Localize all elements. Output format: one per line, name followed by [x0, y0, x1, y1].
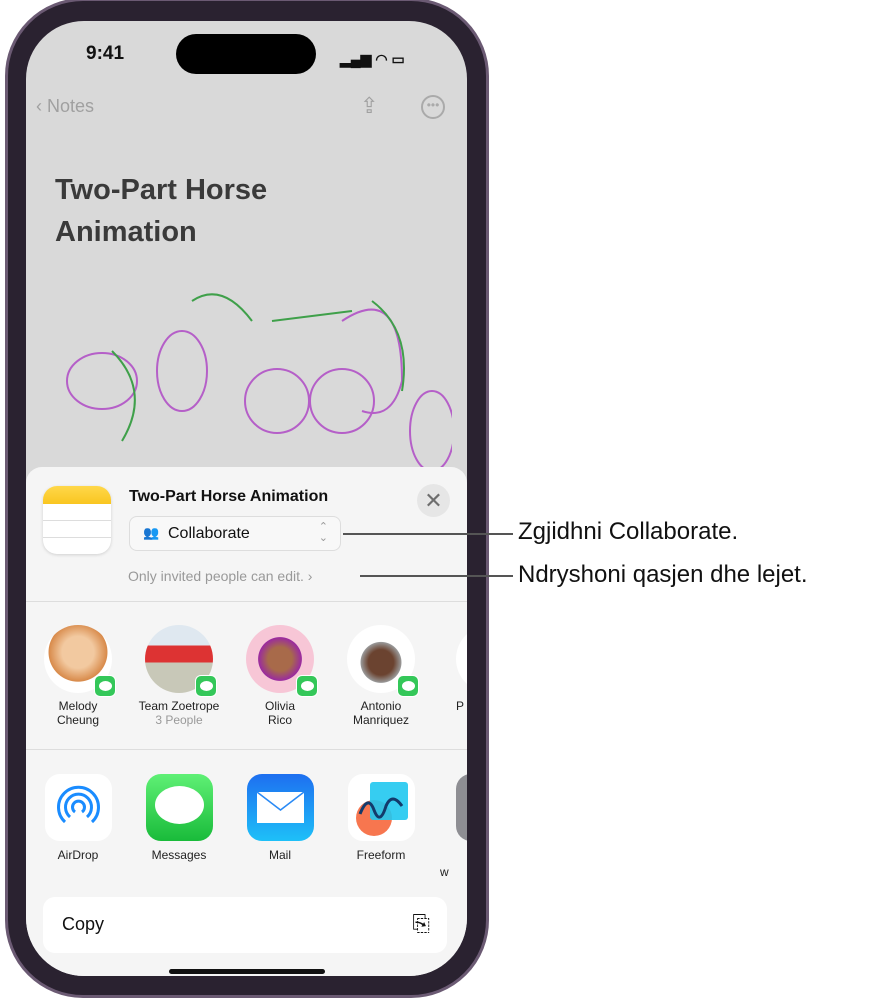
share-mail[interactable]: Mail: [230, 774, 330, 862]
app-icon: [456, 774, 467, 841]
avatar: [347, 625, 419, 697]
messages-badge-icon: [195, 675, 217, 697]
messages-icon: [145, 774, 213, 841]
signal-wifi-battery-icons: ▂▄▆ ◠ ▭: [340, 51, 405, 67]
person-name-2: Cheung: [56, 713, 100, 727]
person-name-2: Manriquez: [352, 713, 410, 727]
horse-sketch-drawing: [66, 293, 452, 472]
phone-screen: 9:41 ▂▄▆ ◠ ▭ ‹ Notes ⇪ ••• Two-Part Hors…: [26, 21, 467, 976]
app-label: Messages: [151, 848, 207, 862]
share-messages[interactable]: Messages: [129, 774, 229, 862]
avatar: [246, 625, 318, 697]
app-label: Mail: [268, 848, 291, 862]
back-button[interactable]: ‹ Notes: [36, 96, 94, 117]
people-icon: 👥: [143, 525, 160, 540]
person-melody-cheung[interactable]: Melody Cheung: [28, 625, 128, 727]
copy-label: Copy: [62, 914, 105, 934]
annotation-collaborate: Zgjidhni Collaborate.: [518, 518, 739, 545]
person-subtitle: 3 People: [155, 713, 203, 727]
home-indicator: [169, 969, 325, 974]
messages-badge-icon: [397, 675, 419, 697]
avatar: [145, 625, 217, 697]
permissions-link[interactable]: Only invited people can edit. ›: [128, 568, 312, 584]
close-button[interactable]: ✕: [417, 484, 450, 517]
airdrop-icon: [44, 774, 112, 841]
app-label: w: [440, 865, 449, 879]
share-freeform[interactable]: Freeform: [331, 774, 431, 862]
divider: [26, 601, 467, 602]
person-team-zoetrope[interactable]: Team Zoetrope 3 People: [129, 625, 229, 727]
person-name: Team Zoetrope: [138, 699, 220, 713]
person-name: Melody: [58, 699, 98, 713]
permissions-text: Only invited people can edit.: [128, 568, 304, 584]
document-title: Two-Part Horse Animation: [129, 488, 329, 505]
person-name: P: [456, 699, 465, 713]
copy-icon: ⎘: [412, 911, 430, 936]
more-icon[interactable]: •••: [421, 95, 445, 119]
share-more-app[interactable]: w: [432, 774, 467, 879]
person-olivia-rico[interactable]: Olivia Rico: [230, 625, 330, 727]
annotation-permissions: Ndryshoni qasjen dhe lejet.: [518, 561, 808, 588]
chevron-updown-icon: ⌃ ⌄: [318, 521, 328, 544]
avatar: [456, 625, 467, 693]
freeform-icon: [347, 774, 415, 841]
status-time: 9:41: [86, 43, 125, 64]
divider: [26, 749, 467, 750]
person-name: Olivia: [264, 699, 295, 713]
callout-line-collaborate: [343, 533, 513, 535]
person-antonio-manriquez[interactable]: Antonio Manriquez: [331, 625, 431, 727]
dynamic-island: [176, 34, 316, 74]
messages-badge-icon: [296, 675, 318, 697]
app-label: Freeform: [356, 848, 406, 862]
avatar: [44, 625, 116, 697]
collaborate-select[interactable]: 👥 Collaborate ⌃ ⌄: [129, 516, 341, 551]
chevron-right-icon: ›: [303, 568, 313, 584]
callout-line-permissions: [360, 575, 513, 577]
person-name: Antonio: [360, 699, 402, 713]
chevron-left-icon: ‹: [36, 96, 47, 116]
collaborate-label: Collaborate: [168, 525, 250, 542]
person-partial[interactable]: P: [432, 625, 467, 713]
mail-icon: [246, 774, 314, 841]
share-airdrop[interactable]: AirDrop: [28, 774, 128, 862]
person-name-2: Rico: [267, 713, 292, 727]
copy-action[interactable]: Copy ⎘: [43, 897, 447, 953]
app-label: AirDrop: [57, 848, 99, 862]
share-icon[interactable]: ⇪: [360, 93, 378, 119]
messages-badge-icon: [94, 675, 116, 697]
back-label: Notes: [47, 96, 95, 116]
notes-app-icon: [43, 486, 111, 554]
share-sheet: Two-Part Horse Animation 👥 Collaborate ⌃…: [26, 467, 467, 976]
note-title: Two-Part Horse Animation: [55, 174, 268, 248]
